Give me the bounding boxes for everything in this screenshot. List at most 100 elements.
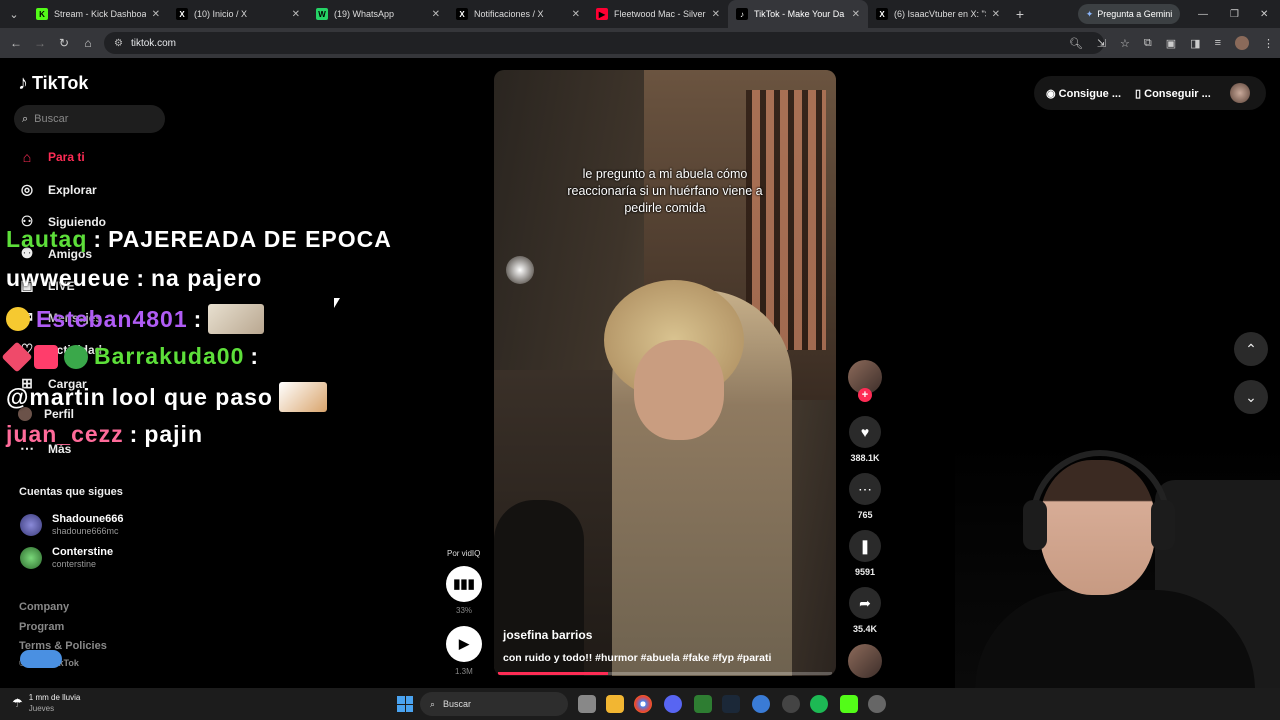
share-action[interactable]: ➦ 35.4K xyxy=(848,587,882,634)
extensions-icon[interactable]: ⧉ xyxy=(1144,37,1152,50)
tab-favicon-icon: ♪ xyxy=(736,8,748,20)
browser-tab[interactable]: K Stream - Kick Dashboard ✕ xyxy=(28,0,168,28)
discord-icon[interactable] xyxy=(664,695,682,713)
save-action[interactable]: ❚ 9591 xyxy=(848,530,882,577)
close-tab-icon[interactable]: ✕ xyxy=(852,9,860,20)
kick-icon[interactable] xyxy=(840,695,858,713)
video-player[interactable]: le pregunto a mi abuela cómo reaccionarí… xyxy=(494,70,836,676)
bookmark-star-icon[interactable]: ☆ xyxy=(1120,37,1130,50)
close-tab-icon[interactable]: ✕ xyxy=(292,9,300,20)
menu-kebab-icon[interactable]: ⋮ xyxy=(1263,37,1274,50)
get-coins-button[interactable]: ◉ Consigue ... xyxy=(1046,87,1121,100)
gemini-label: Pregunta a Gemini xyxy=(1097,9,1173,19)
search-placeholder: Buscar xyxy=(34,113,69,125)
browser-tab[interactable]: ♪ TikTok - Make Your Da ✕ xyxy=(728,0,868,28)
play-button[interactable]: ▶ xyxy=(446,626,482,662)
media-icon[interactable]: ≡ xyxy=(1215,37,1221,49)
browser-tab[interactable]: W (19) WhatsApp ✕ xyxy=(308,0,448,28)
chat-username: Barrakuda00 xyxy=(94,343,245,369)
video-author[interactable]: josefina barrios xyxy=(503,628,592,642)
reload-button[interactable]: ↻ xyxy=(52,36,76,50)
gemini-button[interactable]: ✦ Pregunta a Gemini xyxy=(1078,4,1180,24)
close-tab-icon[interactable]: ✕ xyxy=(152,9,160,20)
prev-video-button[interactable]: ⌃ xyxy=(1234,332,1268,366)
back-button[interactable]: ← xyxy=(4,36,28,50)
tiktok-logo[interactable]: ♪ TikTok xyxy=(18,72,88,95)
cast-icon[interactable]: ▣ xyxy=(1166,37,1176,50)
chat-username: Esteban4801 xyxy=(36,305,188,332)
tab-title: (10) Inicio / X xyxy=(194,9,248,19)
chrome-icon[interactable] xyxy=(634,695,652,713)
tab-title: Notificaciones / X xyxy=(474,9,544,19)
heart-icon[interactable]: ♥ xyxy=(849,416,881,448)
followed-account[interactable]: Conterstine conterstine xyxy=(20,546,113,570)
get-app-button[interactable]: ▯ Conseguir ... xyxy=(1135,87,1211,100)
next-video-button[interactable]: ⌄ xyxy=(1234,380,1268,414)
nav-label: Para ti xyxy=(48,150,85,164)
steam-icon[interactable] xyxy=(722,695,740,713)
nav-explorar[interactable]: ◎ Explorar xyxy=(18,181,97,198)
task-view-icon[interactable] xyxy=(578,695,596,713)
search-icon: ⌕ xyxy=(430,698,436,709)
account-handle: shadoune666mc xyxy=(52,526,119,536)
minimize-button[interactable]: — xyxy=(1198,0,1208,28)
cat-emote-icon xyxy=(278,382,327,412)
sound-avatar[interactable] xyxy=(848,644,882,678)
browser-tab[interactable]: X (6) IsaacVtuber en X: "Se p ✕ xyxy=(868,0,1008,28)
tiktok-logo-text: TikTok xyxy=(32,73,89,93)
tab-search-icon[interactable]: ⌄ xyxy=(0,0,28,28)
spotify-icon[interactable] xyxy=(810,695,828,713)
footer-program-link[interactable]: Program xyxy=(19,621,64,633)
followed-account[interactable]: Shadoune666 shadoune666mc xyxy=(20,513,124,537)
browser-tab[interactable]: X Notificaciones / X ✕ xyxy=(448,0,588,28)
chat-text: PAJEREADA DE EPOCA xyxy=(108,226,392,252)
taskbar-search[interactable]: ⌕ Buscar xyxy=(420,692,568,716)
browser-tab[interactable]: ▶ Fleetwood Mac - Silver Spr ✕ xyxy=(588,0,728,28)
omnibox[interactable]: ⚙ tiktok.com xyxy=(104,32,1104,54)
new-tab-button[interactable]: + xyxy=(1008,6,1032,22)
chat-username: uwweueue xyxy=(6,265,131,291)
install-icon[interactable]: ⇲ xyxy=(1097,37,1106,50)
comment-action[interactable]: ⋯ 765 xyxy=(848,473,882,520)
zoom-icon[interactable]: 🔍︎ xyxy=(1069,37,1083,50)
browser-tab[interactable]: X (10) Inicio / X ✕ xyxy=(168,0,308,28)
windows-start-icon[interactable] xyxy=(397,696,413,712)
close-tab-icon[interactable]: ✕ xyxy=(712,9,720,20)
video-progress-bar[interactable] xyxy=(498,672,832,675)
sidepanel-icon[interactable]: ◨ xyxy=(1190,37,1200,50)
bookmark-icon[interactable]: ❚ xyxy=(849,530,881,562)
vidiq-stats-button[interactable]: ▮▮▮ xyxy=(446,566,482,602)
close-tab-icon[interactable]: ✕ xyxy=(432,9,440,20)
close-window-button[interactable]: ✕ xyxy=(1260,0,1268,28)
comment-icon[interactable]: ⋯ xyxy=(849,473,881,505)
settings-gear-icon[interactable] xyxy=(868,695,886,713)
close-tab-icon[interactable]: ✕ xyxy=(992,9,1000,20)
file-explorer-icon[interactable] xyxy=(606,695,624,713)
save-count: 9591 xyxy=(854,567,876,577)
like-action[interactable]: ♥ 388.1K xyxy=(848,416,882,463)
obs-icon[interactable] xyxy=(782,695,800,713)
forward-button[interactable]: → xyxy=(28,36,52,50)
site-info-icon[interactable]: ⚙ xyxy=(114,38,123,49)
chat-text: na pajero xyxy=(150,265,263,291)
nav-para-ti[interactable]: ⌂ Para ti xyxy=(18,149,85,165)
restore-button[interactable]: ❐ xyxy=(1230,0,1239,28)
profile-avatar-icon[interactable] xyxy=(1235,36,1249,50)
user-avatar[interactable] xyxy=(1230,83,1250,103)
home-button[interactable]: ⌂ xyxy=(76,36,100,50)
share-icon[interactable]: ➦ xyxy=(849,587,881,619)
phone-icon: ▯ xyxy=(1135,87,1142,100)
extension-badge-icon[interactable] xyxy=(20,650,62,668)
weather-widget[interactable]: ☂ 1 mm de lluvia Jueves xyxy=(12,692,80,714)
close-tab-icon[interactable]: ✕ xyxy=(572,9,580,20)
account-handle: conterstine xyxy=(52,559,97,569)
globe-icon[interactable] xyxy=(752,695,770,713)
play-icon: ▶ xyxy=(459,636,469,651)
chat-message: juan_cezz: pajin xyxy=(6,421,203,448)
tiktok-search-input[interactable]: ⌕ Buscar xyxy=(14,105,165,133)
video-frame-face xyxy=(634,340,724,440)
footer-company-link[interactable]: Company xyxy=(19,601,69,613)
app-green-icon[interactable] xyxy=(694,695,712,713)
follow-plus-icon[interactable]: + xyxy=(858,388,872,402)
address-bar-row: ← → ↻ ⌂ ⚙ tiktok.com 🔍︎ ⇲ ☆ ⧉ ▣ ◨ ≡ ⋮ xyxy=(0,28,1280,58)
